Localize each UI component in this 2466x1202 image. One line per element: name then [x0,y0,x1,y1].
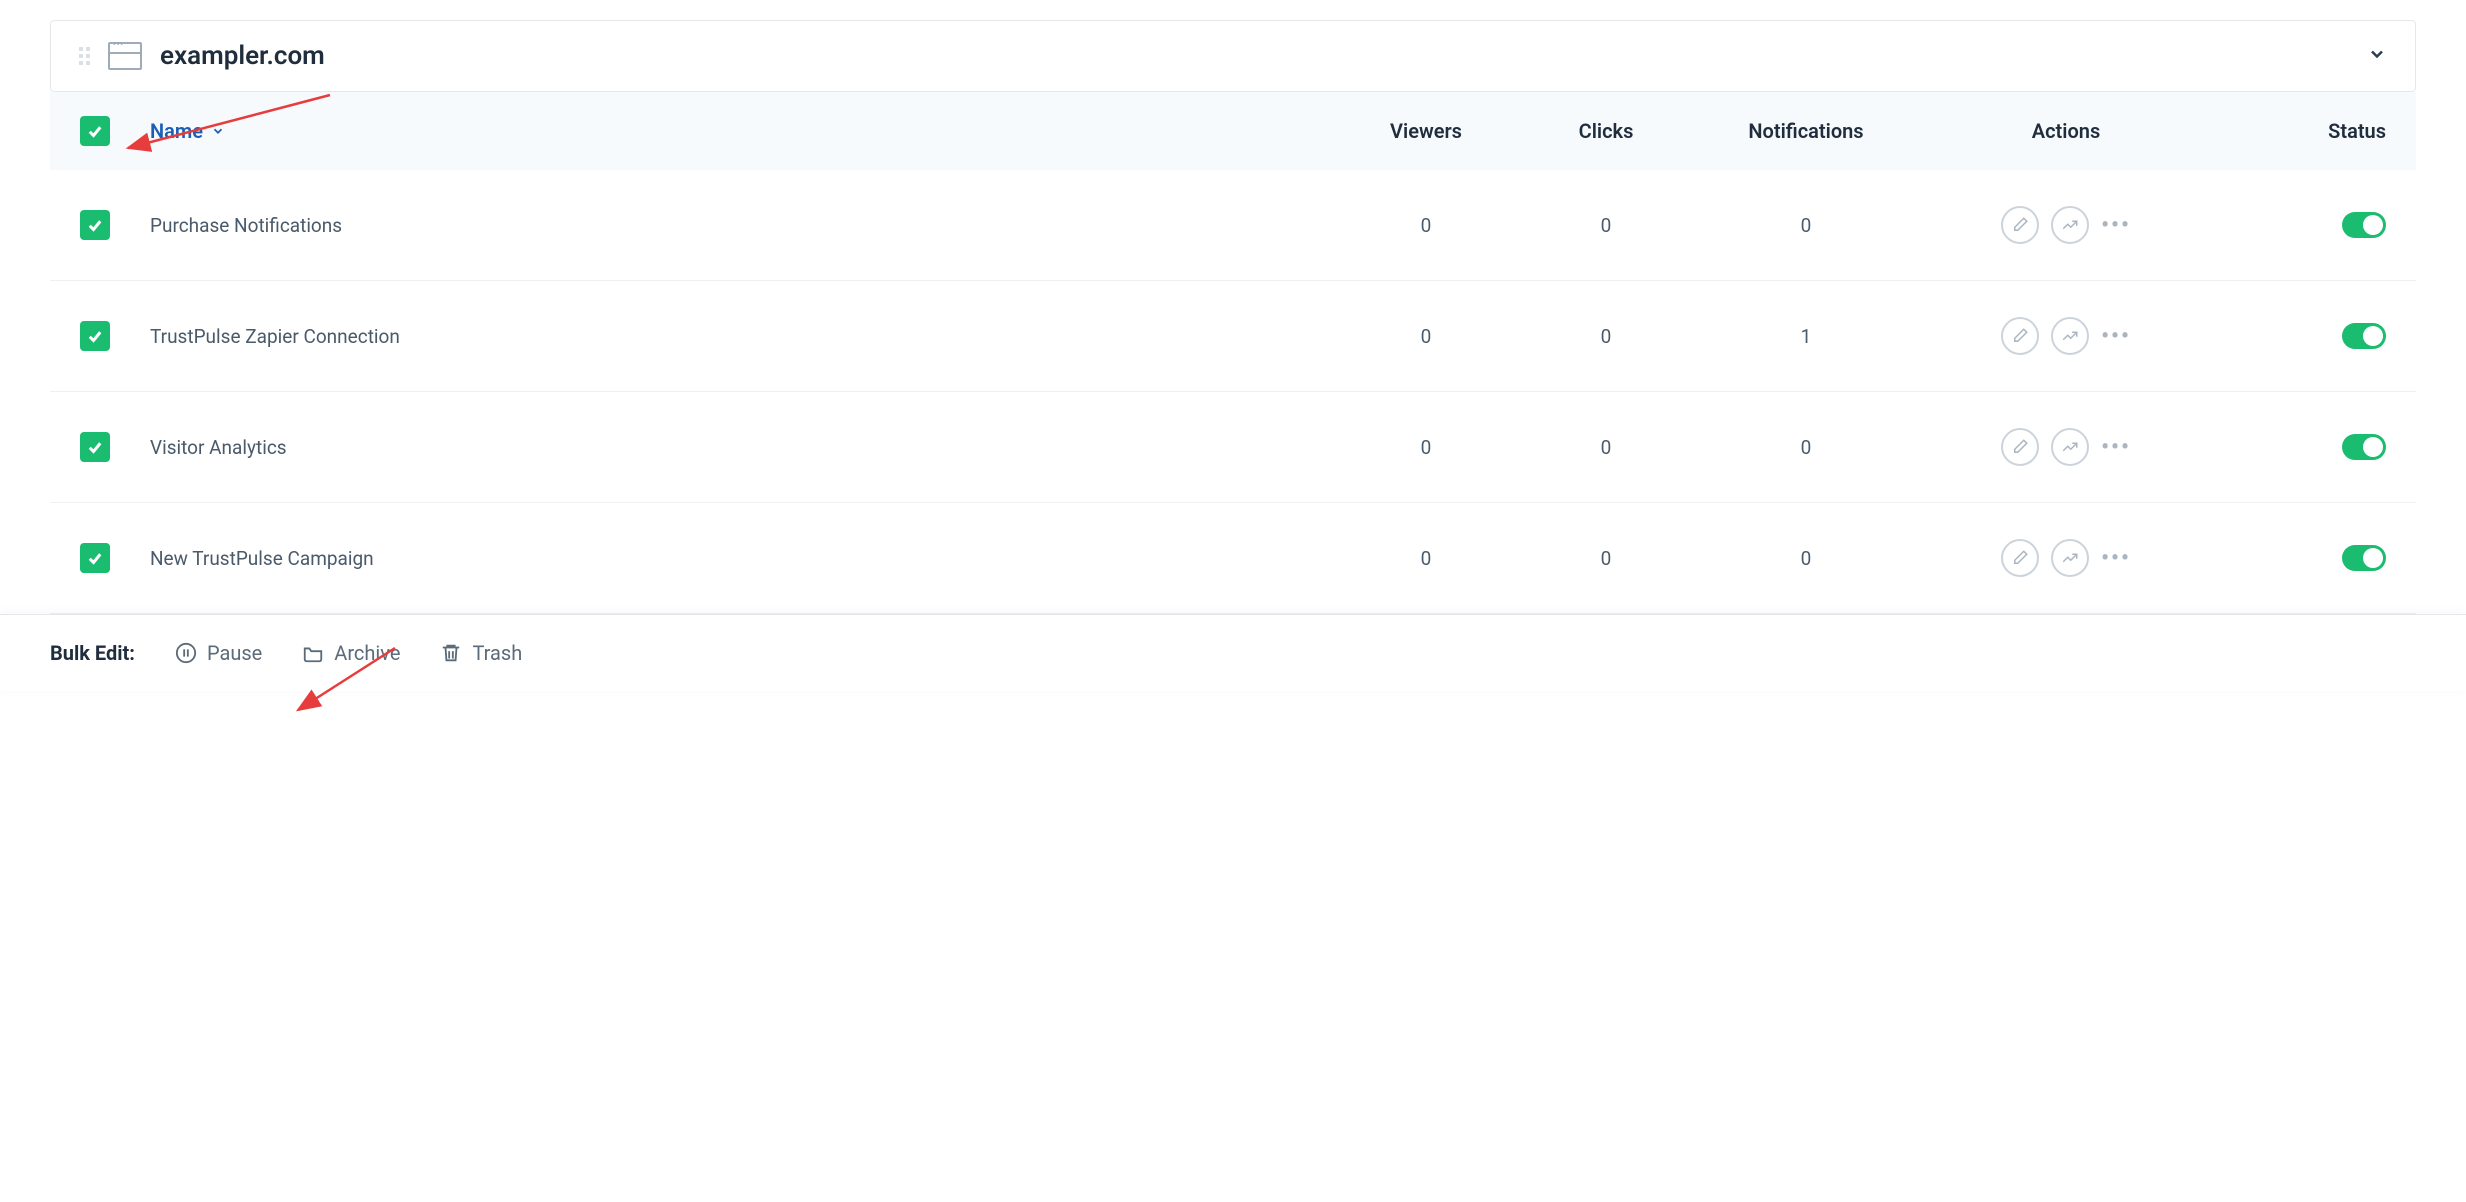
status-toggle[interactable] [2342,323,2386,349]
edit-button[interactable] [2001,317,2039,355]
edit-button[interactable] [2001,206,2039,244]
analytics-button[interactable] [2051,539,2089,577]
drag-handle-icon[interactable] [79,47,90,65]
notifications-value: 0 [1696,436,1916,459]
trend-icon [2061,216,2079,234]
table-header-row: Name Viewers Clicks Notifications Action… [50,92,2416,170]
row-actions: ••• [1916,428,2216,466]
bulk-edit-bar: Bulk Edit: Pause Archive Trash [0,614,2466,691]
notifications-value: 0 [1696,214,1916,237]
column-header-notifications[interactable]: Notifications [1696,119,1916,143]
chevron-down-icon [2367,44,2387,64]
bulk-pause-label: Pause [207,641,262,665]
pencil-icon [2011,549,2029,567]
more-actions-button[interactable]: ••• [2101,213,2131,238]
bulk-archive-label: Archive [334,641,400,665]
table-row: Purchase Notifications 0 0 0 ••• [50,170,2416,281]
analytics-button[interactable] [2051,317,2089,355]
table-row: New TrustPulse Campaign 0 0 0 ••• [50,503,2416,614]
row-checkbox[interactable] [80,543,110,573]
more-actions-button[interactable]: ••• [2101,324,2131,349]
site-header: exampler.com [50,20,2416,92]
edit-button[interactable] [2001,428,2039,466]
analytics-button[interactable] [2051,428,2089,466]
check-icon [86,438,104,456]
status-toggle[interactable] [2342,212,2386,238]
column-header-name[interactable]: Name [150,119,1336,143]
pencil-icon [2011,327,2029,345]
check-icon [86,216,104,234]
status-toggle[interactable] [2342,545,2386,571]
trend-icon [2061,327,2079,345]
trend-icon [2061,549,2079,567]
pause-icon [175,642,197,664]
check-icon [86,327,104,345]
viewers-value: 0 [1336,325,1516,348]
bulk-archive-button[interactable]: Archive [302,641,400,665]
viewers-value: 0 [1336,214,1516,237]
campaigns-table: Name Viewers Clicks Notifications Action… [50,92,2416,614]
analytics-button[interactable] [2051,206,2089,244]
campaign-name[interactable]: Purchase Notifications [150,214,1336,237]
folder-icon [302,642,324,664]
clicks-value: 0 [1516,436,1696,459]
column-header-actions: Actions [1916,119,2216,143]
campaign-name[interactable]: Visitor Analytics [150,436,1336,459]
viewers-value: 0 [1336,436,1516,459]
notifications-value: 0 [1696,547,1916,570]
edit-button[interactable] [2001,539,2039,577]
bulk-trash-label: Trash [472,641,522,665]
more-actions-button[interactable]: ••• [2101,435,2131,460]
clicks-value: 0 [1516,325,1696,348]
column-header-status: Status [2216,119,2386,143]
column-header-clicks[interactable]: Clicks [1516,119,1696,143]
campaign-name[interactable]: New TrustPulse Campaign [150,547,1336,570]
column-header-name-label: Name [150,119,203,143]
column-header-viewers[interactable]: Viewers [1336,119,1516,143]
pencil-icon [2011,216,2029,234]
row-checkbox[interactable] [80,321,110,351]
check-icon [86,122,104,140]
row-actions: ••• [1916,206,2216,244]
trend-icon [2061,438,2079,456]
clicks-value: 0 [1516,214,1696,237]
trash-icon [440,642,462,664]
bulk-pause-button[interactable]: Pause [175,641,262,665]
status-toggle[interactable] [2342,434,2386,460]
clicks-value: 0 [1516,547,1696,570]
sort-chevron-icon [211,124,225,138]
bulk-edit-label: Bulk Edit: [50,641,135,665]
site-name: exampler.com [160,41,325,71]
row-checkbox[interactable] [80,210,110,240]
row-actions: ••• [1916,539,2216,577]
pencil-icon [2011,438,2029,456]
table-row: Visitor Analytics 0 0 0 ••• [50,392,2416,503]
more-actions-button[interactable]: ••• [2101,546,2131,571]
bulk-trash-button[interactable]: Trash [440,641,522,665]
table-row: TrustPulse Zapier Connection 0 0 1 ••• [50,281,2416,392]
campaign-name[interactable]: TrustPulse Zapier Connection [150,325,1336,348]
browser-window-icon [108,42,142,70]
site-header-left: exampler.com [79,41,325,71]
viewers-value: 0 [1336,547,1516,570]
row-actions: ••• [1916,317,2216,355]
check-icon [86,549,104,567]
collapse-toggle[interactable] [2367,44,2387,68]
row-checkbox[interactable] [80,432,110,462]
select-all-checkbox[interactable] [80,116,110,146]
notifications-value: 1 [1696,325,1916,348]
